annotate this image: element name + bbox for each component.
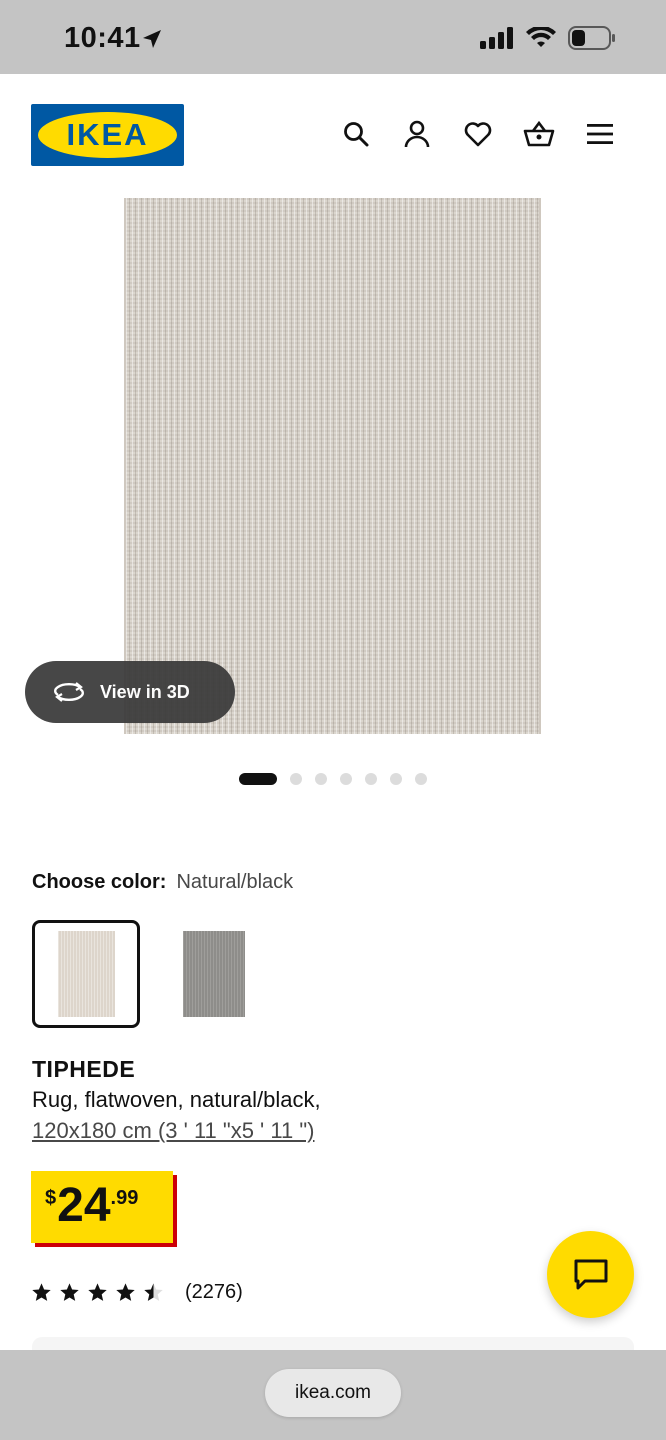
swatch-image (57, 931, 115, 1017)
heart-icon[interactable] (462, 118, 494, 150)
location-arrow-icon (143, 30, 161, 48)
ikea-logo[interactable]: IKEA (31, 104, 184, 166)
price-tag: $ 24 .99 (31, 1171, 173, 1243)
price-currency: $ (45, 1187, 57, 1209)
pagination-dot[interactable] (340, 773, 352, 785)
view-in-3d-label: View in 3D (100, 681, 190, 702)
rotate-3d-icon (54, 682, 84, 702)
battery-icon (568, 26, 615, 50)
product-rating[interactable]: (2276) (31, 1281, 243, 1304)
choose-color-label: Choose color: (32, 871, 167, 893)
wifi-icon (526, 27, 556, 47)
star-full-icon (116, 1283, 135, 1301)
star-full-icon (32, 1283, 51, 1301)
basket-icon[interactable] (523, 118, 555, 150)
chat-button[interactable] (547, 1231, 634, 1318)
product-description: Rug, flatwoven, natural/black, (32, 1087, 321, 1112)
account-icon[interactable] (401, 118, 433, 150)
product-gallery[interactable]: View in 3D (0, 194, 666, 754)
product-size-link[interactable]: 120x180 cm (3 ' 11 "x5 ' 11 ") (32, 1118, 314, 1144)
swatch-image (183, 931, 245, 1017)
pagination-dot[interactable] (390, 773, 402, 785)
search-icon[interactable] (340, 118, 372, 150)
browser-bottom-bar: ikea.com (0, 1350, 666, 1440)
pagination-dot[interactable] (315, 773, 327, 785)
chat-icon (574, 1259, 607, 1289)
status-time: 10:41 (64, 22, 141, 54)
pagination-dot-active[interactable] (239, 773, 277, 785)
site-header: IKEA (0, 74, 666, 194)
price-integer: 24 (57, 1179, 111, 1232)
view-in-3d-button[interactable]: View in 3D (25, 661, 235, 723)
star-half-icon (144, 1283, 163, 1301)
price-decimal: .99 (110, 1187, 139, 1209)
star-full-icon (88, 1283, 107, 1301)
product-image[interactable] (124, 198, 541, 734)
review-count: (2276) (185, 1281, 243, 1303)
pagination-dot[interactable] (415, 773, 427, 785)
address-bar[interactable]: ikea.com (265, 1369, 401, 1417)
product-name: TIPHEDE (32, 1056, 136, 1082)
color-swatch-gray[interactable] (160, 920, 268, 1028)
color-picker-label: Choose color: Natural/black (32, 871, 293, 894)
selected-color-value: Natural/black (176, 871, 294, 893)
logo-text: IKEA (38, 112, 177, 158)
pagination-dot[interactable] (290, 773, 302, 785)
color-swatch-natural-black[interactable] (32, 920, 140, 1028)
gallery-pagination (239, 773, 427, 785)
menu-icon[interactable] (584, 118, 616, 150)
pagination-dot[interactable] (365, 773, 377, 785)
status-bar: 10:41 (0, 0, 666, 74)
star-full-icon (60, 1283, 79, 1301)
cellular-signal-icon (480, 27, 513, 49)
